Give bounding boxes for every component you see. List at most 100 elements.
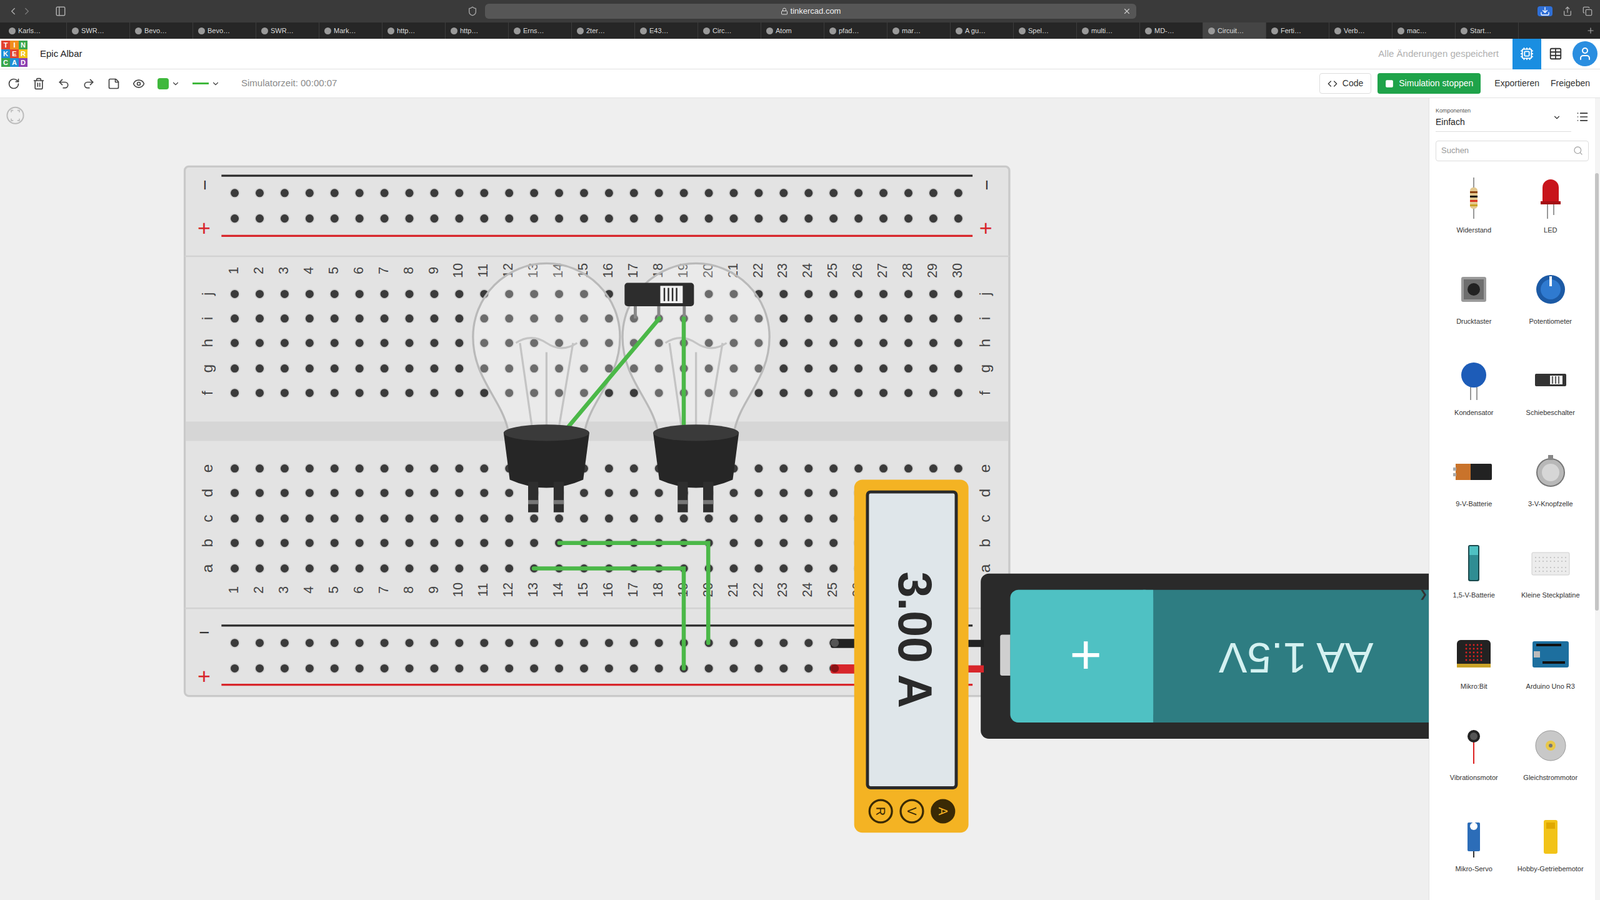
breadboard-hole[interactable] xyxy=(928,289,939,299)
address-bar[interactable]: tinkercad.com xyxy=(485,3,1137,19)
breadboard-hole[interactable] xyxy=(654,488,664,498)
breadboard-hole[interactable] xyxy=(953,363,964,374)
breadboard-hole[interactable] xyxy=(230,289,240,299)
rail-hole[interactable] xyxy=(928,188,939,198)
rail-hole[interactable] xyxy=(803,663,814,674)
rail-hole[interactable] xyxy=(554,188,564,198)
rail-hole[interactable] xyxy=(554,638,564,648)
breadboard-hole[interactable] xyxy=(355,538,365,548)
breadboard-hole[interactable] xyxy=(853,363,864,374)
rail-hole[interactable] xyxy=(654,213,664,224)
breadboard-hole[interactable] xyxy=(430,388,440,398)
breadboard-hole[interactable] xyxy=(729,563,739,574)
breadboard-hole[interactable] xyxy=(878,463,889,474)
part-tile[interactable]: Vibrationsmotor xyxy=(1435,716,1513,808)
browser-tab[interactable]: Spel… xyxy=(1013,22,1077,39)
breadboard-hole[interactable] xyxy=(504,538,514,548)
breadboard-hole[interactable] xyxy=(405,513,415,524)
breadboard-hole[interactable] xyxy=(305,563,315,574)
breadboard-hole[interactable] xyxy=(828,338,839,348)
rail-hole[interactable] xyxy=(529,188,539,198)
breadboard-hole[interactable] xyxy=(380,338,390,348)
rail-hole[interactable] xyxy=(330,638,340,648)
schematic-view-button[interactable] xyxy=(1541,38,1570,70)
breadboard-hole[interactable] xyxy=(230,488,240,498)
breadboard-hole[interactable] xyxy=(953,463,964,474)
rail-hole[interactable] xyxy=(903,188,914,198)
part-tile[interactable]: Kondensator xyxy=(1435,351,1513,443)
rail-hole[interactable] xyxy=(355,638,365,648)
rail-hole[interactable] xyxy=(504,663,514,674)
breadboard-hole[interactable] xyxy=(430,289,440,299)
slide-switch[interactable] xyxy=(624,282,694,319)
breadboard-hole[interactable] xyxy=(280,563,290,574)
browser-tab[interactable]: http… xyxy=(445,22,509,39)
rail-hole[interactable] xyxy=(654,663,664,674)
rail-hole[interactable] xyxy=(579,638,589,648)
breadboard-hole[interactable] xyxy=(255,313,265,324)
breadboard-hole[interactable] xyxy=(779,313,789,324)
delete-icon[interactable] xyxy=(32,77,45,90)
breadboard-hole[interactable] xyxy=(479,563,489,574)
rail-hole[interactable] xyxy=(853,213,864,224)
breadboard-hole[interactable] xyxy=(255,488,265,498)
breadboard-hole[interactable] xyxy=(803,363,814,374)
breadboard-hole[interactable] xyxy=(754,488,764,498)
breadboard-hole[interactable] xyxy=(928,388,939,398)
breadboard-hole[interactable] xyxy=(903,463,914,474)
share-button[interactable]: Freigeben xyxy=(1548,73,1593,94)
export-button[interactable]: Exportieren xyxy=(1489,73,1545,94)
rail-hole[interactable] xyxy=(305,188,315,198)
breadboard-hole[interactable] xyxy=(405,538,415,548)
part-tile[interactable]: Widerstand xyxy=(1435,168,1513,260)
part-tile[interactable]: Schiebeschalter xyxy=(1512,351,1590,443)
breadboard-hole[interactable] xyxy=(953,338,964,348)
breadboard-hole[interactable] xyxy=(230,463,240,474)
part-tile[interactable]: Kleine Steckplatine xyxy=(1512,533,1590,625)
breadboard-hole[interactable] xyxy=(803,488,814,498)
category-dropdown[interactable]: KomponentenEinfach xyxy=(1435,106,1572,132)
tinkercad-logo[interactable]: TINKERCAD xyxy=(1,40,28,67)
browser-tab[interactable]: http… xyxy=(382,22,446,39)
rail-hole[interactable] xyxy=(479,213,489,224)
browser-tab[interactable]: mac… xyxy=(1392,22,1456,39)
rail-hole[interactable] xyxy=(878,188,889,198)
breadboard-hole[interactable] xyxy=(754,388,764,398)
breadboard-hole[interactable] xyxy=(455,289,465,299)
list-view-icon[interactable] xyxy=(1576,110,1589,124)
rail-hole[interactable] xyxy=(479,663,489,674)
breadboard-hole[interactable] xyxy=(330,363,340,374)
circuit-canvas[interactable]: −+−+−+1122334455667788991010111112121313… xyxy=(0,98,1429,900)
rail-hole[interactable] xyxy=(230,188,240,198)
breadboard-hole[interactable] xyxy=(255,563,265,574)
breadboard-hole[interactable] xyxy=(430,313,440,324)
breadboard-hole[interactable] xyxy=(903,363,914,374)
breadboard-hole[interactable] xyxy=(355,313,365,324)
breadboard-hole[interactable] xyxy=(928,313,939,324)
rail-hole[interactable] xyxy=(380,663,390,674)
breadboard-hole[interactable] xyxy=(280,338,290,348)
rail-hole[interactable] xyxy=(579,213,589,224)
breadboard-hole[interactable] xyxy=(405,463,415,474)
rail-hole[interactable] xyxy=(405,638,415,648)
breadboard-hole[interactable] xyxy=(853,289,864,299)
rail-hole[interactable] xyxy=(355,213,365,224)
breadboard-hole[interactable] xyxy=(305,313,315,324)
rail-hole[interactable] xyxy=(704,213,714,224)
rail-hole[interactable] xyxy=(953,188,964,198)
breadboard-hole[interactable] xyxy=(430,363,440,374)
wire-style-picker[interactable] xyxy=(192,79,220,89)
breadboard-hole[interactable] xyxy=(330,313,340,324)
breadboard-hole[interactable] xyxy=(455,313,465,324)
breadboard-hole[interactable] xyxy=(455,388,465,398)
rail-hole[interactable] xyxy=(779,638,789,648)
breadboard-hole[interactable] xyxy=(529,538,539,548)
breadboard-hole[interactable] xyxy=(405,388,415,398)
rail-hole[interactable] xyxy=(479,188,489,198)
breadboard-hole[interactable] xyxy=(828,538,839,548)
battery[interactable]: +AA 1.5V xyxy=(980,573,1429,739)
breadboard-hole[interactable] xyxy=(305,289,315,299)
rail-hole[interactable] xyxy=(654,638,664,648)
share-icon[interactable] xyxy=(1562,6,1573,17)
rail-hole[interactable] xyxy=(455,638,465,648)
